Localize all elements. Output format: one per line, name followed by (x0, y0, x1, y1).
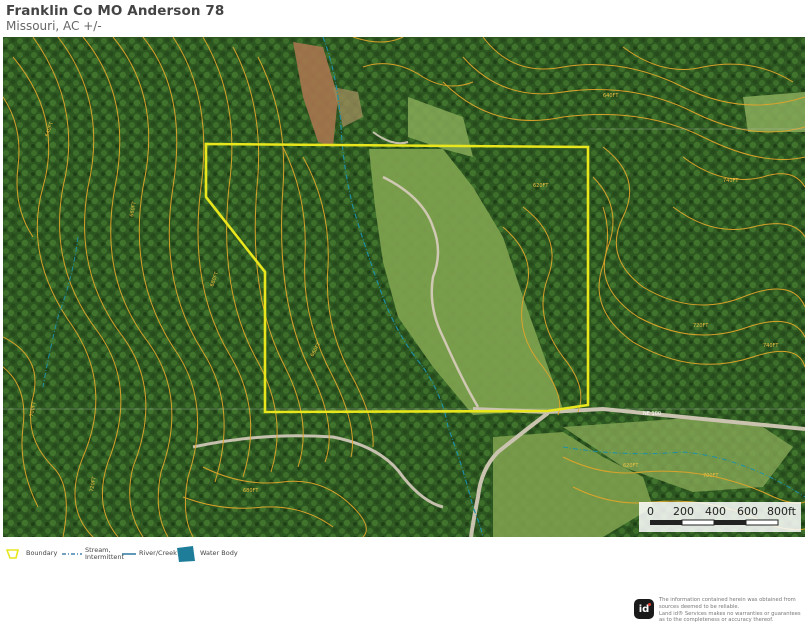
map-view[interactable]: 640FT 660FT 680FT 700FT 720FT 740FT 620F… (3, 37, 805, 537)
stream-swatch-icon (62, 553, 82, 555)
road-label: NE 100 (643, 411, 661, 417)
scale-tick-label: 800ft (767, 505, 797, 518)
legend-stream: Stream, Intermittent (62, 544, 124, 564)
contour-label: 740FT (763, 343, 779, 349)
disclaimer-line: as to the completeness or accuracy there… (659, 617, 774, 624)
legend-water: Water Body (176, 544, 238, 564)
contour-label: 620FT (623, 463, 639, 469)
scale-tick-label: 0 (647, 505, 654, 518)
scale-segment (714, 520, 746, 525)
legend-boundary-label: Boundary (26, 549, 58, 558)
legend-water-label: Water Body (200, 549, 238, 558)
legend-boundary: Boundary (6, 544, 57, 564)
scale-tick-label: 600 (737, 505, 758, 518)
contour-label: 640FT (603, 93, 619, 99)
disclaimer: The information contained herein was obt… (659, 597, 804, 624)
legend-river-label: River/Creek (139, 549, 177, 558)
river-swatch-icon (122, 553, 136, 555)
scale-segment (745, 519, 779, 526)
disclaimer-line: The information contained herein was obt… (659, 597, 796, 603)
pasture-area (743, 92, 805, 132)
disclaimer-line: Land id® Services makes no warranties or… (659, 610, 801, 617)
legend-stream-label-2: Intermittent (85, 553, 125, 561)
contour-label: 720FT (693, 323, 709, 329)
contour-label: 740FT (723, 178, 739, 184)
contour-label: 680FT (243, 488, 259, 494)
landid-logo: id (634, 599, 654, 619)
scale-tick-label: 200 (673, 505, 694, 518)
map-legend: Boundary Stream, Intermittent River/Cree… (4, 544, 404, 566)
contour-label: 620FT (533, 183, 549, 189)
water-body-swatch-icon (177, 546, 195, 562)
scale-tick-label: 400 (705, 505, 726, 518)
disclaimer-line: sources deemed to be reliable. (659, 603, 740, 610)
page-title: Franklin Co MO Anderson 78 (6, 3, 225, 19)
contour-label: 700FT (703, 473, 719, 479)
legend-river: River/Creek (122, 544, 177, 564)
page-subtitle: Missouri, AC +/- (6, 19, 102, 33)
boundary-swatch-icon (6, 549, 20, 559)
scale-segment (650, 520, 682, 525)
scale-bar: 0 200 400 600 800ft (639, 502, 801, 532)
scale-segment (681, 519, 715, 526)
